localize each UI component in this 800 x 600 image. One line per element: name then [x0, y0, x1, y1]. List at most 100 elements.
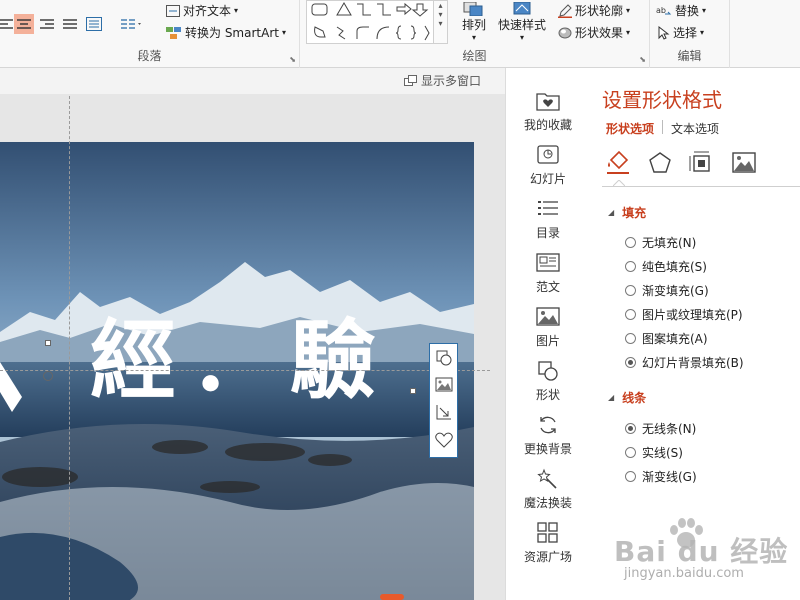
fill-option-gradient[interactable]: 渐变填充(G): [625, 282, 709, 299]
effects-pentagon-icon[interactable]: [647, 150, 673, 176]
align-text-button[interactable]: 对齐文本 ▾: [166, 2, 238, 19]
watermark-url: jingyan.baidu.com: [624, 566, 744, 581]
pane-title: 设置形状格式: [602, 88, 722, 112]
tab-shape-options[interactable]: 形状选项: [606, 120, 654, 137]
pane-divider: [602, 186, 800, 187]
collapse-triangle-icon: ◢: [608, 208, 615, 217]
sidebar-item-favorites[interactable]: 我的收藏: [506, 90, 590, 142]
sidebar-label: 我的收藏: [523, 118, 572, 132]
align-text-icon: [166, 4, 180, 17]
fill-line-icon[interactable]: [605, 150, 631, 176]
vertical-guide-line: [69, 96, 70, 600]
sidebar-label: 魔法换装: [523, 496, 572, 510]
slides-icon: [537, 145, 559, 164]
quick-styles-button[interactable]: 快速样式 ▾: [498, 2, 546, 42]
radio-label: 幻灯片背景填充(B): [642, 356, 744, 370]
shapes-gallery-scroll[interactable]: ▴ ▾ ▾: [434, 0, 448, 44]
align-center-button[interactable]: [14, 14, 34, 34]
sidebar-item-shapes[interactable]: 形状: [506, 360, 590, 412]
sidebar-label: 资源广场: [523, 550, 572, 564]
line-option-none[interactable]: 无线条(N): [625, 420, 696, 437]
radio-button[interactable]: [625, 309, 636, 320]
fill-option-solid[interactable]: 纯色填充(S): [625, 258, 707, 275]
picture-format-icon[interactable]: [731, 150, 757, 176]
line-option-solid[interactable]: 实线(S): [625, 444, 683, 461]
shape-style-icon[interactable]: [434, 348, 454, 368]
radio-button[interactable]: [625, 237, 636, 248]
refresh-icon: [540, 416, 556, 434]
radio-button[interactable]: [625, 285, 636, 296]
replace-button[interactable]: ab 替换 ▾: [656, 2, 706, 19]
image-icon[interactable]: [434, 375, 454, 395]
shape-outline-button[interactable]: 形状轮廓 ▾: [558, 2, 630, 19]
tab-text-options[interactable]: 文本选项: [671, 120, 719, 137]
rotate-handle-icon[interactable]: [43, 371, 53, 381]
favorites-icon: [536, 93, 560, 111]
replace-icon: ab: [656, 6, 672, 15]
align-right-icon: [40, 19, 54, 29]
crop-arrow-icon[interactable]: [434, 402, 454, 422]
tool-sidebar: 我的收藏 幻灯片 目录 范文 图片 形状 更换背景 魔法换装 资源广场: [505, 68, 589, 600]
multi-window-button[interactable]: 显示多窗口: [403, 72, 481, 89]
shape-effects-button[interactable]: 形状效果 ▾: [558, 24, 630, 41]
select-label: 选择: [673, 26, 698, 40]
line-section-header[interactable]: ◢ 线条: [608, 389, 646, 406]
shapes-gallery-icons: [311, 2, 430, 41]
selection-handle[interactable]: [45, 340, 51, 346]
list-icon: [538, 201, 558, 215]
sidebar-label: 范文: [535, 280, 560, 294]
sidebar-item-resources[interactable]: 资源广场: [506, 522, 590, 574]
slide-title-text[interactable]: 經．驗: [90, 290, 390, 415]
chevron-down-icon: ▾: [281, 28, 286, 37]
radio-button[interactable]: [625, 447, 636, 458]
sidebar-item-pictures[interactable]: 图片: [506, 306, 590, 358]
slide-canvas[interactable]: 經．驗: [0, 142, 474, 600]
radio-button[interactable]: [625, 471, 636, 482]
quick-action-toolbar: [429, 343, 458, 458]
selection-handle[interactable]: [410, 388, 416, 394]
collapse-triangle-icon: ◢: [608, 393, 615, 402]
radio-button[interactable]: [625, 261, 636, 272]
columns-button[interactable]: [118, 14, 146, 34]
drawing-group-label: 绘图: [462, 49, 487, 63]
size-properties-icon[interactable]: [689, 150, 715, 176]
quick-styles-label: 快速样式: [498, 18, 547, 32]
chevron-down-icon: ▾: [702, 6, 707, 15]
radio-label: 渐变填充(G): [642, 284, 709, 298]
sidebar-item-magic[interactable]: 魔法换装: [506, 468, 590, 520]
arrange-icon: [463, 2, 483, 16]
sidebar-item-toc[interactable]: 目录: [506, 198, 590, 250]
fill-option-slide-background[interactable]: 幻灯片背景填充(B): [625, 354, 744, 371]
shapes-gallery[interactable]: [306, 0, 434, 44]
smartart-icon: [166, 26, 181, 39]
slide-workspace[interactable]: 显示多窗口 經．驗: [0, 68, 505, 600]
chevron-down-icon: ▾: [626, 28, 631, 37]
arrange-button[interactable]: 排列 ▾: [462, 2, 486, 42]
dialog-launcher-icon[interactable]: ⬊: [289, 55, 296, 64]
ribbon: 对齐文本 ▾ 转换为 SmartArt ▾ 段落 ⬊ 绘图 ⬊ ▴ ▾ ▾ 排列…: [0, 0, 800, 68]
fill-option-picture[interactable]: 图片或纹理填充(P): [625, 306, 743, 323]
select-button[interactable]: 选择 ▾: [656, 24, 704, 41]
radio-label: 图片或纹理填充(P): [642, 308, 743, 322]
radio-button-selected[interactable]: [625, 357, 636, 368]
radio-button[interactable]: [625, 333, 636, 344]
convert-smartart-button[interactable]: 转换为 SmartArt ▾: [166, 24, 286, 41]
line-option-gradient[interactable]: 渐变线(G): [625, 468, 697, 485]
radio-button-selected[interactable]: [625, 423, 636, 434]
fill-section-header[interactable]: ◢ 填充: [608, 204, 646, 221]
scroll-indicator: [380, 594, 404, 600]
justify-button[interactable]: [60, 14, 80, 34]
distribute-button[interactable]: [84, 14, 104, 34]
fill-option-none[interactable]: 无填充(N): [625, 234, 696, 251]
heart-icon[interactable]: [434, 430, 454, 450]
picture-icon: [536, 307, 560, 326]
shape-effects-label: 形状效果: [575, 26, 624, 40]
arrange-label: 排列: [462, 18, 487, 32]
sidebar-item-slides[interactable]: 幻灯片: [506, 144, 590, 196]
sidebar-item-background[interactable]: 更换背景: [506, 414, 590, 466]
cursor-icon: [658, 25, 670, 40]
sidebar-item-templates[interactable]: 范文: [506, 252, 590, 304]
align-right-button[interactable]: [37, 14, 57, 34]
dialog-launcher-icon[interactable]: ⬊: [639, 55, 646, 64]
fill-option-pattern[interactable]: 图案填充(A): [625, 330, 708, 347]
